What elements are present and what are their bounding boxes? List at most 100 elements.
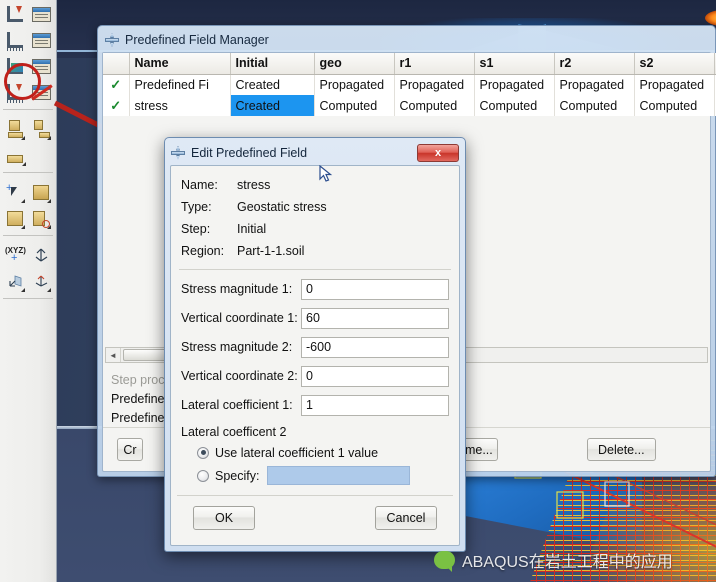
edit-connector-icon[interactable] xyxy=(4,144,27,167)
row-cell-initial[interactable]: Created xyxy=(230,74,315,95)
create-bc-icon[interactable] xyxy=(4,3,26,26)
create-partition-icon[interactable] xyxy=(4,207,26,230)
cancel-button[interactable]: Cancel xyxy=(375,506,437,530)
plane-glyph xyxy=(9,275,22,287)
info-line-step-procedure: Step proce xyxy=(111,373,172,387)
stress-magnitude-2-input[interactable] xyxy=(301,336,449,358)
info-row-type: Type: Geostatic stress xyxy=(171,196,459,218)
model-hotspot xyxy=(705,10,716,26)
create-load-icon[interactable] xyxy=(4,29,26,52)
create-set-icon[interactable]: + xyxy=(4,181,26,204)
table-header-check[interactable] xyxy=(103,53,130,75)
lateral-coefficient-1-label: Lateral coefficient 1: xyxy=(181,398,293,412)
manager-info-panel: Step proce Predefined Predefined xyxy=(111,371,171,428)
toolbar-row-datum-1: (XYZ) + xyxy=(0,241,56,267)
delete-field-icon[interactable] xyxy=(4,81,26,104)
toolbar-row-partition xyxy=(0,204,56,230)
toolbar-separator-1 xyxy=(3,109,53,110)
toolbar-row-predefined-field xyxy=(0,52,56,78)
step-label: Step: xyxy=(181,222,211,236)
ok-button[interactable]: OK xyxy=(193,506,255,530)
name-value: stress xyxy=(237,178,271,192)
info-line-predefined-1: Predefined xyxy=(111,392,172,406)
row-cell-name[interactable]: Predefined Fi xyxy=(129,74,231,95)
table-header-initial[interactable]: Initial xyxy=(230,53,315,75)
manager-titlebar[interactable]: Predefined Field Manager xyxy=(101,29,712,51)
row-cell-initial-selected[interactable]: Created xyxy=(230,95,315,116)
row-cell-s2[interactable]: Computed xyxy=(634,95,715,116)
specify-input[interactable] xyxy=(267,466,411,485)
create-datum-point-icon[interactable] xyxy=(30,270,52,293)
field-row-stress-magnitude-2: Stress magnitude 2: xyxy=(171,334,459,360)
specify-row[interactable]: Specify: xyxy=(171,464,459,487)
specify-label: Specify: xyxy=(215,468,260,483)
point-axes-glyph xyxy=(35,275,48,287)
create-predefined-field-icon[interactable] xyxy=(4,55,26,78)
toolbar-separator-2 xyxy=(3,172,53,173)
row-cell-geo[interactable]: Computed xyxy=(314,95,395,116)
row-cell-r1[interactable]: Computed xyxy=(394,95,475,116)
stress-magnitude-1-label: Stress magnitude 1: xyxy=(181,282,293,296)
stress-magnitude-1-input[interactable] xyxy=(301,278,449,300)
row-cell-name[interactable]: stress xyxy=(129,95,231,116)
table-header-geo[interactable]: geo xyxy=(314,53,395,75)
info-row-region: Region: Part-1-1.soil xyxy=(171,165,459,262)
close-icon[interactable]: x xyxy=(417,143,459,162)
toolbar-separator-3 xyxy=(3,235,53,236)
create-datum-csys-icon[interactable]: (XYZ) + xyxy=(4,244,26,267)
row-cell-s1[interactable]: Computed xyxy=(474,95,555,116)
vertical-coordinate-1-label: Vertical coordinate 1: xyxy=(181,311,298,325)
specify-radio[interactable] xyxy=(197,469,209,482)
dialog-title-text: Edit Predefined Field xyxy=(191,145,308,160)
row-check-icon: ✓ xyxy=(103,95,130,116)
table-header-r1[interactable]: r1 xyxy=(394,53,475,75)
edit-predefined-field-dialog[interactable]: Edit Predefined Field x Name: stress Typ… xyxy=(164,137,466,552)
scroll-left-arrow-icon[interactable]: ◄ xyxy=(106,348,121,362)
vertical-coordinate-2-input[interactable] xyxy=(301,365,449,387)
row-cell-r2[interactable]: Propagated xyxy=(554,74,635,95)
row-cell-s1[interactable]: Propagated xyxy=(474,74,555,95)
axis-glyph xyxy=(35,248,48,262)
use-lateral-coefficient-1-radio[interactable] xyxy=(197,446,209,459)
type-value: Geostatic stress xyxy=(237,200,327,214)
field-manager-delete-icon[interactable] xyxy=(30,81,53,104)
table-row[interactable]: ✓ Predefined Fi Created Propagated Propa… xyxy=(103,74,716,95)
field-row-vertical-coordinate-2: Vertical coordinate 2: xyxy=(171,363,459,389)
predefined-field-manager-icon[interactable] xyxy=(30,55,52,78)
vertical-coordinate-2-label: Vertical coordinate 2: xyxy=(181,369,298,383)
row-cell-r1[interactable]: Propagated xyxy=(394,74,475,95)
delete-button[interactable]: Delete... xyxy=(587,438,656,461)
table-header-row: Name Initial geo r1 s1 r2 s2 r3 xyxy=(103,53,716,75)
row-cell-geo[interactable]: Propagated xyxy=(314,74,395,95)
table-header-s2[interactable]: s2 xyxy=(634,53,715,75)
row-cell-r2[interactable]: Computed xyxy=(554,95,635,116)
row-cell-s2[interactable]: Propagated xyxy=(634,74,715,95)
dialog-titlebar[interactable]: Edit Predefined Field x xyxy=(168,141,462,164)
table-header-name[interactable]: Name xyxy=(129,53,231,75)
toolbar-row-datum-2 xyxy=(0,267,56,293)
left-toolbar[interactable]: + (XYZ) + xyxy=(0,0,57,582)
predefined-field-table[interactable]: Name Initial geo r1 s1 r2 s2 r3 ✓ Predef… xyxy=(103,53,716,116)
create-connector-assignment-icon[interactable] xyxy=(30,118,52,141)
use-lateral-coefficient-1-row[interactable]: Use lateral coefficient 1 value xyxy=(171,441,459,464)
cut-geometry-icon[interactable] xyxy=(30,207,52,230)
load-manager-icon[interactable] xyxy=(30,29,52,52)
bc-manager-icon[interactable] xyxy=(30,3,52,26)
vertical-coordinate-1-input[interactable] xyxy=(301,307,449,329)
toolbar-row-connector xyxy=(0,115,56,141)
toolbar-row-edit-connector xyxy=(0,141,56,167)
stress-magnitude-2-label: Stress magnitude 2: xyxy=(181,340,293,354)
create-datum-axis-icon[interactable] xyxy=(30,244,52,267)
table-header-r2[interactable]: r2 xyxy=(554,53,635,75)
dialog-button-bar: OK Cancel xyxy=(171,496,459,530)
name-label: Name: xyxy=(181,178,218,192)
lateral-coefficient-1-input[interactable] xyxy=(301,394,449,416)
create-connector-section-icon[interactable] xyxy=(4,118,26,141)
field-row-lateral-coefficient-1: Lateral coefficient 1: xyxy=(171,392,459,418)
create-surface-icon[interactable] xyxy=(30,181,52,204)
table-row[interactable]: ✓ stress Created Computed Computed Compu… xyxy=(103,95,716,116)
create-datum-plane-icon[interactable] xyxy=(4,270,26,293)
table-header-s1[interactable]: s1 xyxy=(474,53,555,75)
region-label: Region: xyxy=(181,244,225,258)
create-button[interactable]: Cr xyxy=(117,438,143,461)
